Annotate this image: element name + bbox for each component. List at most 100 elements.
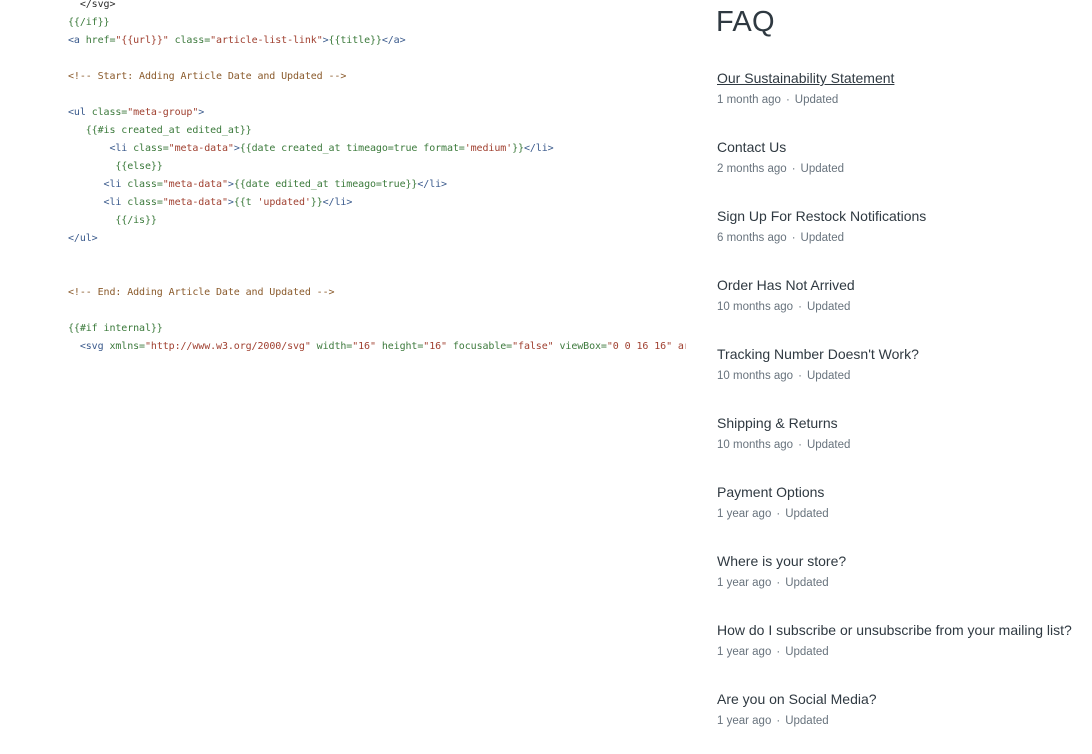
faq-article-meta: 1 year ago · Updated — [717, 508, 829, 520]
code-token: </li> — [523, 143, 554, 154]
code-token: class= — [168, 35, 211, 46]
code-token: "16" — [423, 341, 447, 352]
code-line: {{#is created_at edited_at}} — [68, 125, 252, 137]
code-line: {{else}} — [68, 161, 162, 173]
code-token: class= — [127, 179, 163, 190]
code-token: "0 0 16 16" aria-hidden="true" — [606, 341, 686, 352]
faq-article-link[interactable]: Contact Us — [717, 139, 786, 155]
article-status: Updated — [794, 94, 839, 106]
article-time: 1 year ago — [717, 646, 772, 658]
meta-separator: · — [791, 163, 796, 175]
article-status: Updated — [785, 508, 829, 520]
faq-item: Contact Us 2 months ago · Updated — [717, 139, 1092, 199]
faq-article-meta: 10 months ago · Updated — [717, 439, 850, 451]
faq-article-link[interactable]: Where is your store? — [717, 553, 846, 569]
meta-separator: · — [776, 715, 781, 727]
code-token: <svg — [68, 341, 110, 352]
code-line: {{#if internal}} — [68, 323, 163, 335]
faq-article-link[interactable]: Order Has Not Arrived — [717, 277, 855, 293]
code-token: class= — [127, 197, 163, 208]
code-token: width= — [310, 341, 353, 352]
meta-separator: · — [798, 301, 802, 313]
faq-article-link[interactable]: How do I subscribe or unsubscribe from y… — [717, 622, 1072, 638]
faq-item: Order Has Not Arrived 10 months ago · Updat… — [717, 277, 1092, 337]
code-token: "false" — [512, 341, 554, 352]
code-token: <li — [68, 179, 128, 190]
article-status: Updated — [806, 301, 851, 313]
faq-article-meta: 10 months ago · Updated — [717, 301, 850, 313]
code-token: "meta-group" — [127, 107, 199, 118]
faq-article-meta: 6 months ago · Updated — [717, 232, 844, 244]
code-line: <ul class="meta-group"> — [68, 107, 204, 119]
code-token: {{t — [233, 197, 258, 208]
meta-separator: · — [776, 577, 781, 589]
code-token: {{date edited_at timeago=true}} — [233, 179, 418, 190]
faq-article-link[interactable]: Are you on Social Media? — [717, 691, 877, 707]
code-token: {{/if}} — [68, 17, 110, 28]
code-token: "meta-data" — [162, 197, 228, 208]
faq-article-link[interactable]: Payment Options — [717, 484, 824, 500]
article-status: Updated — [806, 370, 851, 382]
code-line: <!-- End: Adding Article Date and Update… — [68, 287, 335, 299]
faq-item: Tracking Number Doesn't Work? 10 months a… — [717, 346, 1092, 406]
code-line: </svg> — [68, 0, 116, 11]
code-token: }} — [512, 143, 524, 154]
code-token: class= — [133, 143, 169, 154]
code-token: {{#is created_at edited_at}} — [68, 125, 252, 136]
faq-article-link[interactable]: Sign Up For Restock Notifications — [717, 208, 926, 224]
code-token: </li> — [322, 197, 353, 208]
code-token: viewBox= — [553, 341, 607, 352]
article-status: Updated — [785, 715, 829, 727]
code-token: "{{url}}" — [115, 35, 169, 46]
article-time: 1 month ago — [717, 94, 781, 106]
faq-item: How do I subscribe or unsubscribe from y… — [717, 622, 1092, 682]
meta-separator: · — [798, 370, 802, 382]
article-time: 10 months ago — [717, 301, 794, 313]
faq-article-meta: 1 month ago · Updated — [717, 94, 838, 106]
faq-article-meta: 2 months ago · Updated — [717, 163, 844, 175]
faq-article-link[interactable]: Tracking Number Doesn't Work? — [717, 346, 919, 362]
faq-article-meta: 10 months ago · Updated — [717, 370, 850, 382]
article-status: Updated — [800, 232, 845, 244]
code-token: <li — [68, 143, 134, 154]
meta-separator: · — [798, 439, 802, 451]
code-token: </a> — [381, 35, 406, 46]
article-time: 2 months ago — [717, 163, 787, 175]
faq-item: Payment Options 1 year ago · Updated — [717, 484, 1092, 544]
meta-separator: · — [785, 94, 790, 106]
code-line: {{/is}} — [68, 215, 157, 227]
code-token: > — [198, 107, 205, 118]
code-line: <svg xmlns="http://www.w3.org/2000/svg" … — [68, 341, 686, 353]
faq-item: Are you on Social Media? 1 year ago · Updat… — [717, 691, 1092, 751]
code-token: </svg> — [68, 0, 116, 10]
code-line: <li class="meta-data">{{date created_at … — [68, 143, 554, 155]
code-token: {{title}} — [328, 35, 382, 46]
code-token: 'updated' — [257, 197, 311, 208]
article-time: 1 year ago — [717, 508, 772, 520]
code-line: {{/if}} — [68, 17, 110, 29]
faq-article-link[interactable]: Our Sustainability Statement — [717, 70, 894, 86]
faq-article-meta: 1 year ago · Updated — [717, 577, 829, 589]
code-token: 'medium' — [464, 143, 513, 154]
code-token: </ul> — [68, 233, 98, 244]
code-token: }} — [310, 197, 323, 208]
code-token: focusable= — [446, 341, 513, 352]
meta-separator: · — [776, 646, 781, 658]
code-line: <li class="meta-data">{{t 'updated'}}</l… — [68, 197, 353, 209]
code-token: "article-list-link" — [210, 35, 323, 46]
code-token: "meta-data" — [162, 179, 228, 190]
meta-separator: · — [791, 232, 796, 244]
article-status: Updated — [785, 646, 829, 658]
faq-item: Sign Up For Restock Notifications 6 month… — [717, 208, 1092, 268]
code-editor[interactable]: </svg> {{/if}} <a href="{{url}}" class="ar… — [0, 0, 686, 754]
code-token: class= — [91, 107, 128, 118]
faq-article-link[interactable]: Shipping & Returns — [717, 415, 838, 431]
code-token: </li> — [417, 179, 447, 190]
code-token: href= — [85, 35, 116, 46]
faq-title: FAQ — [716, 6, 775, 38]
code-token: "16" — [352, 341, 376, 352]
code-token: {{date created_at timeago=true format= — [239, 143, 465, 154]
article-status: Updated — [800, 163, 845, 175]
code-token: "meta-data" — [168, 143, 234, 154]
article-time: 1 year ago — [717, 715, 772, 727]
